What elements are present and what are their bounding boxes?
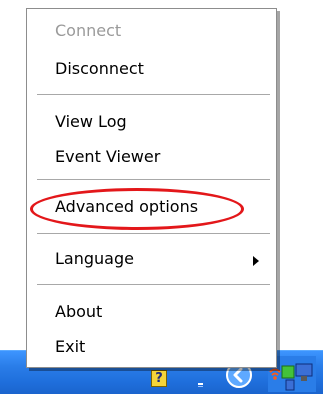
menu-item-about[interactable]: About [55, 302, 102, 322]
menu-item-view-log[interactable]: View Log [55, 112, 127, 132]
menu-item-language[interactable]: Language [55, 249, 134, 269]
menu-separator [37, 284, 270, 286]
menu-item-connect: Connect [55, 21, 122, 40]
context-menu: Connect Disconnect View Log Event Viewer… [26, 8, 277, 368]
menu-item-event-viewer[interactable]: Event Viewer [55, 147, 160, 167]
triangle-right-icon [253, 256, 259, 266]
menu-separator [37, 179, 270, 181]
menu-item-exit[interactable]: Exit [55, 337, 85, 357]
screen: ? Connect Disconnect View Log Event View… [0, 0, 323, 394]
menu-item-disconnect[interactable]: Disconnect [55, 59, 144, 79]
menu-separator [37, 233, 270, 235]
help-icon[interactable]: ? [151, 370, 167, 387]
menu-separator [37, 94, 270, 96]
menu-item-advanced-options[interactable]: Advanced options [55, 197, 198, 217]
